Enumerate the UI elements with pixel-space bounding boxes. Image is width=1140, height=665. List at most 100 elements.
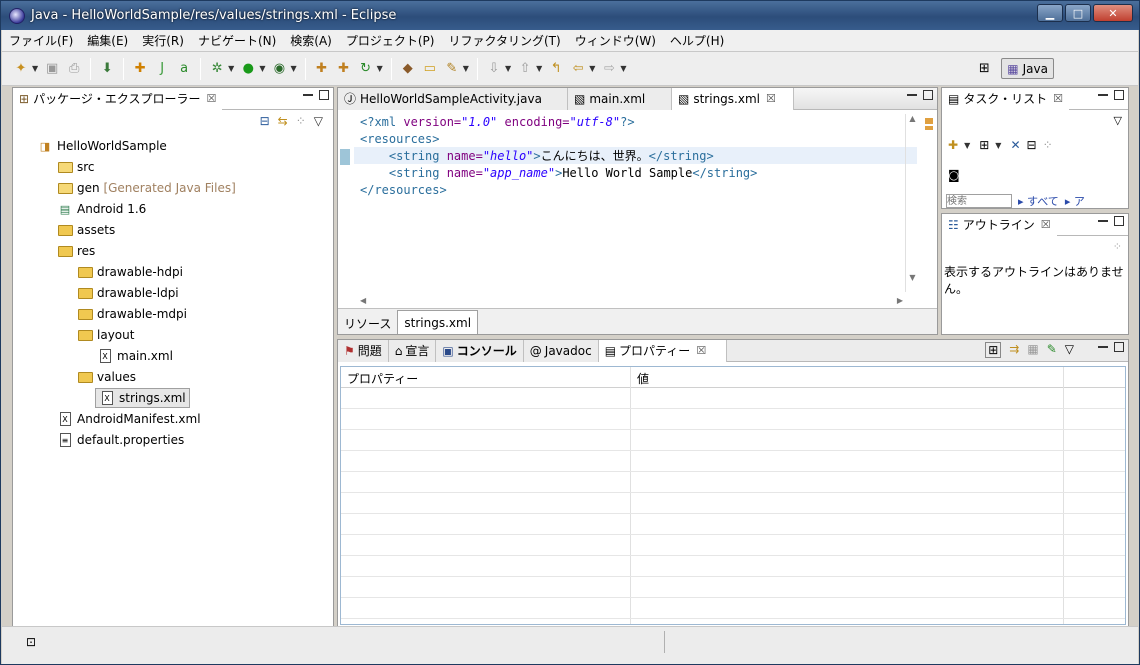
tree-item-project[interactable]: ◨ HelloWorldSample [37, 136, 167, 156]
outline-filter-icon[interactable]: ⁘ [1113, 240, 1122, 253]
tree-item-res[interactable]: res [57, 241, 95, 261]
back-dropdown-icon[interactable]: ▼ [589, 64, 595, 73]
pin-icon[interactable]: ✎ [1047, 342, 1057, 358]
new-task-dropdown-icon[interactable]: ▼ [964, 141, 970, 150]
close-icon[interactable]: ☒ [766, 92, 776, 105]
refresh-dropdown-icon[interactable]: ▼ [377, 64, 383, 73]
maximize-view-icon[interactable] [923, 90, 933, 100]
debug-icon[interactable]: ✲ [208, 60, 226, 78]
tab-console[interactable]: ▣ コンソール [436, 339, 524, 362]
menu-search[interactable]: 検索(A) [283, 32, 339, 49]
tree-item-assets[interactable]: assets [57, 220, 115, 240]
external-tools-icon[interactable]: ◉ [270, 60, 288, 78]
prev-annotation-icon[interactable]: ⇧ [516, 60, 534, 78]
minimize-view-icon[interactable] [303, 93, 313, 96]
collapse-all-icon[interactable]: ⊟ [260, 114, 270, 128]
tab-resources[interactable]: リソース [338, 312, 398, 334]
task-search-input[interactable] [946, 194, 1012, 208]
minimize-view-icon[interactable] [1098, 93, 1108, 96]
forward-dropdown-icon[interactable]: ▼ [620, 64, 626, 73]
menu-window[interactable]: ウィンドウ(W) [568, 32, 663, 49]
fast-view-icon[interactable]: ⊡ [26, 635, 36, 649]
column-header-value[interactable]: 値 [637, 370, 649, 387]
maximize-view-icon[interactable] [1114, 90, 1124, 100]
tab-declaration[interactable]: ⌂ 宣言 [388, 339, 437, 362]
tree-item-main-xml[interactable]: Xmain.xml [97, 346, 173, 366]
show-categories-icon[interactable]: ⊞ [985, 342, 1002, 358]
save-icon[interactable]: ▣ [43, 60, 61, 78]
new-dropdown-icon[interactable]: ▼ [32, 64, 38, 73]
code-editor[interactable]: <?xml version="1.0" encoding="utf-8"?> <… [360, 114, 757, 199]
last-edit-icon[interactable]: ↰ [547, 60, 565, 78]
forward-icon[interactable]: ⇨ [600, 60, 618, 78]
search-tool-icon[interactable]: ✎ [443, 60, 461, 78]
menu-navigate[interactable]: ナビゲート(N) [191, 32, 283, 49]
new-android-project-icon[interactable]: ✚ [131, 60, 149, 78]
tree-item-drawable-hdpi[interactable]: drawable-hdpi [77, 262, 183, 282]
close-button[interactable]: ✕ [1093, 4, 1133, 22]
tab-activity-java[interactable]: Ⓙ HelloWorldSampleActivity.java [338, 87, 568, 110]
open-type-icon[interactable]: ◆ [399, 60, 417, 78]
filter-more-link[interactable]: ▸ ア [1065, 194, 1085, 208]
menu-refactor[interactable]: リファクタリング(T) [441, 32, 567, 49]
new-java-class-icon[interactable]: ✚ [335, 60, 353, 78]
minimize-view-icon[interactable] [907, 93, 917, 96]
debug-dropdown-icon[interactable]: ▼ [228, 64, 234, 73]
tab-outline[interactable]: ☷ アウトライン ☒ [942, 213, 1057, 236]
maximize-button[interactable]: □ [1065, 4, 1091, 22]
open-folder-icon[interactable]: ▭ [421, 60, 439, 78]
tree-item-drawable-mdpi[interactable]: drawable-mdpi [77, 304, 187, 324]
next-annotation-dropdown-icon[interactable]: ▼ [505, 64, 511, 73]
java-perspective-button[interactable]: ▦ Java [1001, 58, 1054, 79]
tree-item-android-lib[interactable]: ▤ Android 1.6 [57, 199, 147, 219]
open-perspective-icon[interactable]: ⊞ [975, 60, 993, 78]
vertical-scrollbar[interactable]: ▲ ▼ [905, 114, 919, 292]
view-menu-icon[interactable]: ▽ [1065, 342, 1074, 358]
maximize-view-icon[interactable] [319, 90, 329, 100]
view-menu-icon[interactable]: ▽ [314, 114, 323, 128]
horizontal-scrollbar[interactable]: ◀ ▶ [360, 294, 903, 306]
close-icon[interactable]: ☒ [696, 344, 706, 357]
tree-item-manifest[interactable]: X AndroidManifest.xml [57, 409, 201, 429]
new-task-icon[interactable]: ✚ [948, 138, 958, 152]
print-icon[interactable]: ⎙ [65, 60, 83, 78]
tree-item-strings-xml[interactable]: Xstrings.xml [95, 388, 190, 408]
categorize-icon[interactable]: ⊞ [979, 138, 989, 152]
tree-item-gen[interactable]: gen [Generated Java Files] [57, 178, 236, 198]
next-annotation-icon[interactable]: ⇩ [485, 60, 503, 78]
task-repository-icon[interactable]: ◙ [948, 168, 960, 182]
tab-package-explorer[interactable]: ⊞ パッケージ・エクスプローラー ☒ [13, 87, 223, 110]
tree-item-src[interactable]: src [57, 157, 95, 177]
menu-help[interactable]: ヘルプ(H) [663, 32, 731, 49]
run-icon[interactable]: ● [239, 60, 257, 78]
prev-annotation-dropdown-icon[interactable]: ▼ [536, 64, 542, 73]
tree-item-default-properties[interactable]: ≡ default.properties [57, 430, 184, 450]
column-header-property[interactable]: プロパティー [347, 370, 418, 387]
menu-file[interactable]: ファイル(F) [2, 32, 80, 49]
minimize-view-icon[interactable] [1098, 219, 1108, 222]
view-menu-icon[interactable]: ▽ [1114, 114, 1122, 127]
menu-edit[interactable]: 編集(E) [80, 32, 135, 49]
restore-default-icon[interactable]: ▦ [1027, 342, 1038, 358]
collapse-icon[interactable]: ⊟ [1027, 138, 1037, 152]
maximize-view-icon[interactable] [1114, 342, 1124, 352]
close-icon[interactable]: ☒ [206, 92, 216, 105]
search-dropdown-icon[interactable]: ▼ [463, 64, 469, 73]
maximize-view-icon[interactable] [1114, 216, 1124, 226]
refresh-icon[interactable]: ↻ [357, 60, 375, 78]
android-sdk-icon[interactable]: ⬇ [98, 60, 116, 78]
tree-item-values[interactable]: values [77, 367, 136, 387]
minimize-button[interactable]: ▁ [1037, 4, 1063, 22]
sync-icon[interactable]: ⁘ [1043, 138, 1053, 152]
minimize-view-icon[interactable] [1098, 345, 1108, 348]
tab-main-xml[interactable]: ▧ main.xml [568, 87, 672, 110]
menu-run[interactable]: 実行(R) [135, 32, 191, 49]
tab-task-list[interactable]: ▤ タスク・リスト ☒ [942, 87, 1069, 110]
tree-item-drawable-ldpi[interactable]: drawable-ldpi [77, 283, 179, 303]
tree-item-layout[interactable]: layout [77, 325, 134, 345]
tab-properties[interactable]: ▤ プロパティー ☒ [598, 339, 727, 362]
new-android-xml-icon[interactable]: a [175, 60, 193, 78]
run-dropdown-icon[interactable]: ▼ [259, 64, 265, 73]
close-icon[interactable]: ☒ [1041, 218, 1051, 231]
categorize-dropdown-icon[interactable]: ▼ [995, 141, 1001, 150]
